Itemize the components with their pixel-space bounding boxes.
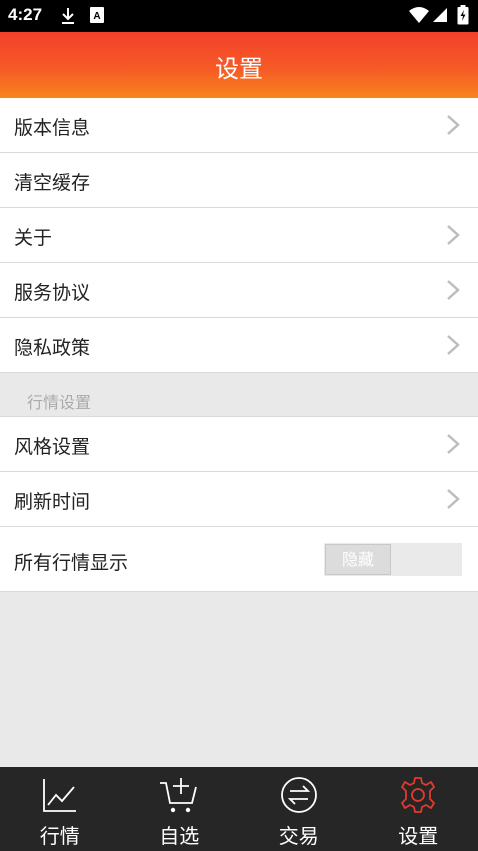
app-header: 设置 [0,32,478,98]
status-bar: 4:27 A [0,0,478,32]
tab-label: 交易 [278,824,319,848]
page-title: 设置 [215,55,263,83]
row-label: 清空缓存 [14,172,91,194]
chevron-right-icon [447,434,460,454]
row-privacy-policy[interactable]: 隐私政策 [0,318,478,373]
row-show-all-quotes: 所有行情显示 隐藏 [0,527,478,592]
bottom-tab-bar: 行情 自选 交易 设置 [0,767,478,851]
chevron-right-icon [447,489,460,509]
tab-label: 自选 [159,824,200,848]
row-refresh-time[interactable]: 刷新时间 [0,472,478,527]
row-style-settings[interactable]: 风格设置 [0,417,478,472]
row-version-info[interactable]: 版本信息 [0,98,478,153]
chevron-right-icon [447,280,460,300]
svg-text:A: A [93,11,100,22]
signal-icon [433,8,447,22]
row-label: 风格设置 [14,436,91,458]
tab-label: 行情 [39,824,80,848]
row-label: 版本信息 [14,117,91,139]
row-label: 刷新时间 [14,491,91,513]
section-header-quotes: 行情设置 [0,373,478,417]
status-time: 4:27 [8,5,43,24]
row-label: 服务协议 [14,282,91,304]
gear-icon [401,777,436,813]
chevron-right-icon [447,335,460,355]
section-title: 行情设置 [27,393,92,412]
chevron-right-icon [447,225,460,245]
battery-icon [457,5,469,25]
tab-settings[interactable]: 设置 [359,767,478,851]
toggle-knob: 隐藏 [325,544,391,575]
chevron-right-icon [447,115,460,135]
wifi-icon [409,7,429,23]
tab-watchlist[interactable]: 自选 [120,767,240,851]
tab-label: 设置 [398,824,439,848]
row-label: 隐私政策 [14,337,91,359]
cart-add-icon [160,778,198,813]
font-app-icon: A [90,7,104,23]
row-clear-cache[interactable]: 清空缓存 [0,153,478,208]
download-icon [62,8,74,24]
row-about[interactable]: 关于 [0,208,478,263]
chart-icon [42,779,76,812]
tab-trade[interactable]: 交易 [239,767,359,851]
show-quotes-toggle[interactable]: 隐藏 [324,543,462,576]
settings-list: 版本信息 清空缓存 关于 服务协议 隐私政策 行情设置 风格设置 刷新时间 所有… [0,98,478,592]
row-label: 关于 [14,227,53,249]
exchange-icon [280,777,317,813]
row-service-agreement[interactable]: 服务协议 [0,263,478,318]
row-label: 所有行情显示 [14,552,129,574]
tab-quotes[interactable]: 行情 [0,767,120,851]
